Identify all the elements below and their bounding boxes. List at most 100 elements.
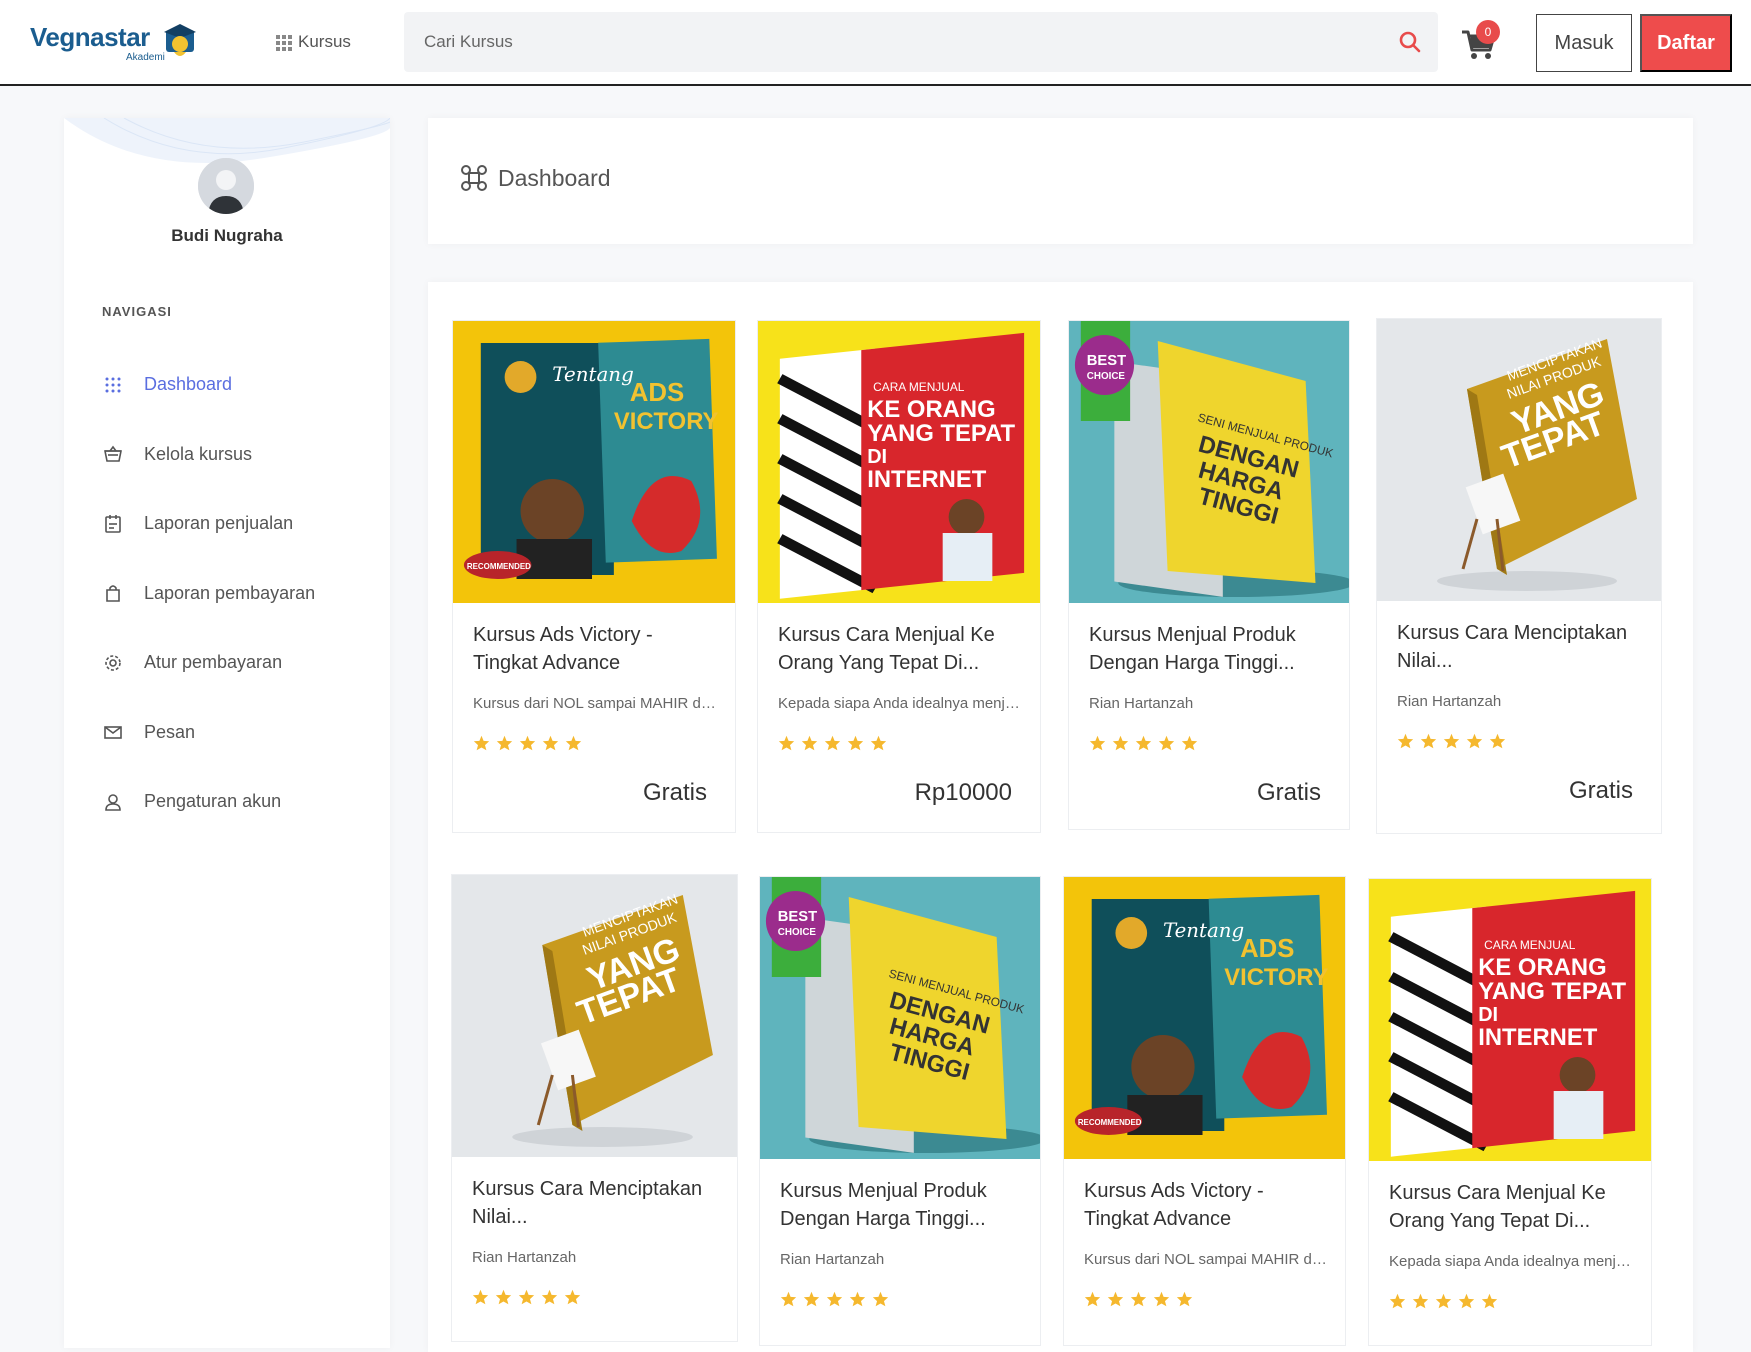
user-icon: [102, 791, 124, 813]
star-icon: [1489, 733, 1506, 749]
sidebar-item-dashboard[interactable]: Dashboard: [102, 350, 362, 420]
svg-text:CARA MENJUAL: CARA MENJUAL: [873, 380, 965, 394]
avatar-silhouette-icon: [198, 158, 254, 214]
course-title[interactable]: Kursus Cara Menjual Ke Orang Yang Tepat …: [778, 621, 1023, 677]
course-card[interactable]: MENCIPTAKAN NILAI PRODUK YANG TEPAT Kurs…: [451, 874, 738, 1342]
course-title[interactable]: Kursus Cara Menciptakan Nilai...: [472, 1175, 717, 1231]
sidebar-item-laporan-pembayaran[interactable]: Laporan pembayaran: [102, 559, 362, 629]
star-icon: [1158, 735, 1175, 751]
star-icon: [542, 735, 559, 751]
sidebar-item-pesan[interactable]: Pesan: [102, 698, 362, 768]
search-icon[interactable]: [1396, 28, 1424, 56]
star-icon: [870, 735, 887, 751]
course-card[interactable]: SENI MENJUAL PRODUK DENGAN HARGA TINGGI …: [1068, 320, 1350, 830]
course-cover-image[interactable]: ADS VICTORY Tentang RECOMMENDED: [453, 321, 735, 603]
star-icon: [1089, 735, 1106, 751]
course-title[interactable]: Kursus Menjual Produk Dengan Harga Tingg…: [1089, 621, 1334, 677]
sidebar-item-pengaturan-akun[interactable]: Pengaturan akun: [102, 767, 362, 837]
svg-text:DI: DI: [1478, 1004, 1498, 1026]
course-description: Rian Hartanzah: [472, 1249, 577, 1266]
course-description: Rian Hartanzah: [1397, 693, 1502, 710]
star-icon: [1084, 1291, 1101, 1307]
star-icon: [1181, 735, 1198, 751]
svg-text:Tentang: Tentang: [1163, 919, 1244, 942]
course-card[interactable]: CARA MENJUAL KE ORANG YANG TEPAT DI INTE…: [757, 320, 1041, 833]
course-cover-image[interactable]: CARA MENJUAL KE ORANG YANG TEPAT DI INTE…: [1369, 879, 1651, 1161]
course-card[interactable]: ADS VICTORY Tentang RECOMMENDED Kursus Ad…: [1063, 876, 1346, 1346]
sidebar-item-label: Pengaturan akun: [144, 791, 282, 812]
command-icon: [461, 165, 487, 191]
star-icon: [801, 735, 818, 751]
course-card[interactable]: MENCIPTAKAN NILAI PRODUK YANG TEPAT Kurs…: [1376, 318, 1662, 834]
course-price: Gratis: [642, 779, 707, 806]
sidebar-item-label: Dashboard: [144, 374, 233, 395]
course-cover-image[interactable]: MENCIPTAKAN NILAI PRODUK YANG TEPAT: [452, 875, 737, 1157]
cart-count-badge: 0: [1476, 20, 1500, 44]
logo-subtext: Akademi: [126, 52, 165, 63]
star-icon: [1397, 733, 1414, 749]
course-rating: [780, 1291, 889, 1307]
top-header: Vegnastar Akademi Kursus 0 Masuk Daftar: [0, 0, 1751, 86]
course-title[interactable]: Kursus Menjual Produk Dengan Harga Tingg…: [780, 1177, 1025, 1233]
mail-icon: [102, 721, 124, 743]
search-input[interactable]: [424, 30, 1324, 54]
svg-text:Tentang: Tentang: [552, 363, 633, 386]
course-title[interactable]: Kursus Ads Victory - Tingkat Advance: [473, 621, 718, 677]
gear-icon: [102, 652, 124, 674]
course-grid: ADS VICTORY Tentang RECOMMENDED Kursus Ad…: [428, 282, 1693, 1352]
nav-kursus-label: Kursus: [298, 32, 351, 51]
login-button[interactable]: Masuk: [1536, 14, 1632, 72]
star-icon: [1135, 735, 1152, 751]
star-icon: [847, 735, 864, 751]
user-name: Budi Nugraha: [171, 226, 283, 245]
star-icon: [826, 1291, 843, 1307]
star-icon: [1481, 1293, 1498, 1309]
page-header: Dashboard: [428, 118, 1693, 244]
course-price: Gratis: [1568, 777, 1633, 804]
logo-text: Vegnastar: [30, 22, 150, 52]
svg-text:YANG TEPAT: YANG TEPAT: [1478, 978, 1626, 1005]
brand-logo[interactable]: Vegnastar Akademi: [30, 18, 200, 66]
course-cover-image[interactable]: SENI MENJUAL PRODUK DENGAN HARGA TINGGI …: [1069, 321, 1349, 603]
course-cover-image[interactable]: MENCIPTAKAN NILAI PRODUK YANG TEPAT: [1377, 319, 1661, 601]
sidebar-item-kelola-kursus[interactable]: Kelola kursus: [102, 420, 362, 490]
star-icon: [1153, 1291, 1170, 1307]
star-icon: [1112, 735, 1129, 751]
star-icon: [1107, 1291, 1124, 1307]
svg-text:DI: DI: [867, 446, 887, 468]
course-card[interactable]: CARA MENJUAL KE ORANG YANG TEPAT DI INTE…: [1368, 878, 1652, 1346]
course-title[interactable]: Kursus Ads Victory - Tingkat Advance: [1084, 1177, 1329, 1233]
sidebar-item-laporan-penjualan[interactable]: Laporan penjualan: [102, 489, 362, 559]
nav-kursus-link[interactable]: Kursus: [276, 32, 351, 52]
course-cover-image[interactable]: SENI MENJUAL PRODUK DENGAN HARGA TINGGI …: [760, 877, 1040, 1159]
user-avatar[interactable]: [198, 158, 254, 214]
star-icon: [495, 1289, 512, 1305]
star-icon: [541, 1289, 558, 1305]
star-icon: [1443, 733, 1460, 749]
graduation-cap-icon: [164, 24, 196, 56]
sidebar: Budi Nugraha NAVIGASI Dashboard Kelola k…: [64, 118, 390, 1348]
star-icon: [1412, 1293, 1429, 1309]
sidebar-item-label: Laporan pembayaran: [144, 582, 316, 603]
course-card[interactable]: ADS VICTORY Tentang RECOMMENDED Kursus Ad…: [452, 320, 736, 833]
star-icon: [564, 1289, 581, 1305]
course-cover-image[interactable]: ADS VICTORY Tentang RECOMMENDED: [1064, 877, 1345, 1159]
register-button[interactable]: Daftar: [1640, 14, 1732, 72]
star-icon: [473, 735, 490, 751]
course-rating: [778, 735, 887, 751]
sidebar-item-atur-pembayaran[interactable]: Atur pembayaran: [102, 628, 362, 698]
star-icon: [849, 1291, 866, 1307]
course-cover-image[interactable]: CARA MENJUAL KE ORANG YANG TEPAT DI INTE…: [758, 321, 1040, 603]
course-title[interactable]: Kursus Cara Menjual Ke Orang Yang Tepat …: [1389, 1179, 1634, 1235]
course-description: Kepada siapa Anda idealnya menjual produ…: [778, 695, 1028, 712]
sidebar-item-label: Laporan penjualan: [144, 513, 294, 534]
course-title[interactable]: Kursus Cara Menciptakan Nilai...: [1397, 619, 1642, 675]
course-description: Kepada siapa Anda idealnya menjual produ…: [1389, 1253, 1639, 1270]
bag-icon: [102, 582, 124, 604]
star-icon: [780, 1291, 797, 1307]
course-card[interactable]: SENI MENJUAL PRODUK DENGAN HARGA TINGGI …: [759, 876, 1041, 1346]
svg-text:ADS: ADS: [630, 379, 684, 407]
svg-text:CHOICE: CHOICE: [1087, 371, 1126, 382]
svg-text:INTERNET: INTERNET: [867, 466, 987, 493]
course-rating: [1089, 735, 1198, 751]
